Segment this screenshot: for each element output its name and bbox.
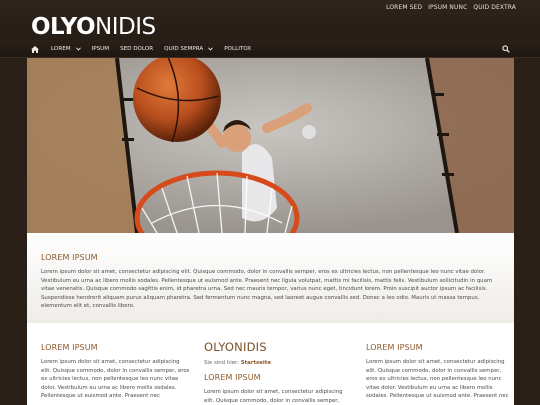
right-column: LOREM IPSUM Lorem ipsum dolor sit amet, …	[353, 323, 514, 405]
column-text: Lorem ipsum dolor sit amet, consectetur …	[366, 359, 509, 400]
left-column: LOREM IPSUM Lorem ipsum dolor sit amet, …	[27, 323, 190, 405]
intro-title: LOREM IPSUM	[41, 253, 98, 262]
search-icon[interactable]	[502, 45, 510, 53]
nav-item-label: QUID SEMPRA	[164, 46, 204, 52]
chevron-down-icon	[75, 47, 81, 51]
basketball-player-illustration	[27, 58, 514, 233]
nav-item-ipsum[interactable]: IPSUM	[92, 46, 110, 52]
column-title: LOREM IPSUM	[41, 343, 98, 352]
column-text: Lorem ipsum dolor sit amet, consectetur …	[204, 389, 343, 404]
chevron-down-icon	[208, 47, 214, 51]
column-title: LOREM IPSUM	[366, 343, 423, 352]
nav-item-quid-sempra[interactable]: QUID SEMPRA	[164, 46, 214, 52]
top-link-ipsum-nunc[interactable]: IPSUM NUNC	[428, 4, 467, 11]
page-title: OLYONIDIS	[204, 340, 267, 354]
breadcrumb-prefix: Sie sind hier:	[204, 360, 239, 366]
nav-item-sed-dolor[interactable]: SED DOLOR	[120, 46, 153, 52]
center-column: OLYONIDIS Sie sind hier: Startseite LORE…	[190, 323, 353, 405]
home-icon[interactable]	[31, 45, 39, 53]
column-text: Lorem ipsum dolor sit amet, consectetur …	[41, 359, 190, 400]
top-link-quid-dextra[interactable]: QUID DEXTRA	[473, 4, 516, 11]
content-columns: LOREM IPSUM Lorem ipsum dolor sit amet, …	[27, 323, 514, 405]
logo-light-part: NIDIS	[95, 14, 156, 40]
intro-section: LOREM IPSUM Lorem ipsum dolor sit amet, …	[27, 233, 514, 323]
top-links: LOREM SED IPSUM NUNC QUID DEXTRA	[386, 4, 516, 11]
nav-item-label: LOREM	[51, 46, 71, 52]
breadcrumb: Sie sind hier: Startseite	[204, 360, 353, 366]
nav-item-label: POLLITOX	[224, 46, 252, 52]
hero-image	[27, 58, 514, 233]
nav-item-lorem[interactable]: LOREM	[51, 46, 81, 52]
site-logo[interactable]: OLYONIDIS	[31, 14, 156, 40]
column-title: LOREM IPSUM	[204, 373, 261, 382]
main-navigation: LOREM IPSUM SED DOLOR QUID SEMPRA POLLIT…	[0, 40, 540, 58]
logo-bold-part: OLYO	[31, 14, 96, 40]
nav-item-pollitox[interactable]: POLLITOX	[224, 46, 251, 52]
nav-item-label: IPSUM	[91, 46, 110, 52]
breadcrumb-link-startseite[interactable]: Startseite	[241, 360, 271, 366]
intro-text: Lorem ipsum dolor sit amet, consectetur …	[41, 269, 493, 310]
top-link-lorem-sed[interactable]: LOREM SED	[386, 4, 422, 11]
nav-item-label: SED DOLOR	[120, 46, 154, 52]
